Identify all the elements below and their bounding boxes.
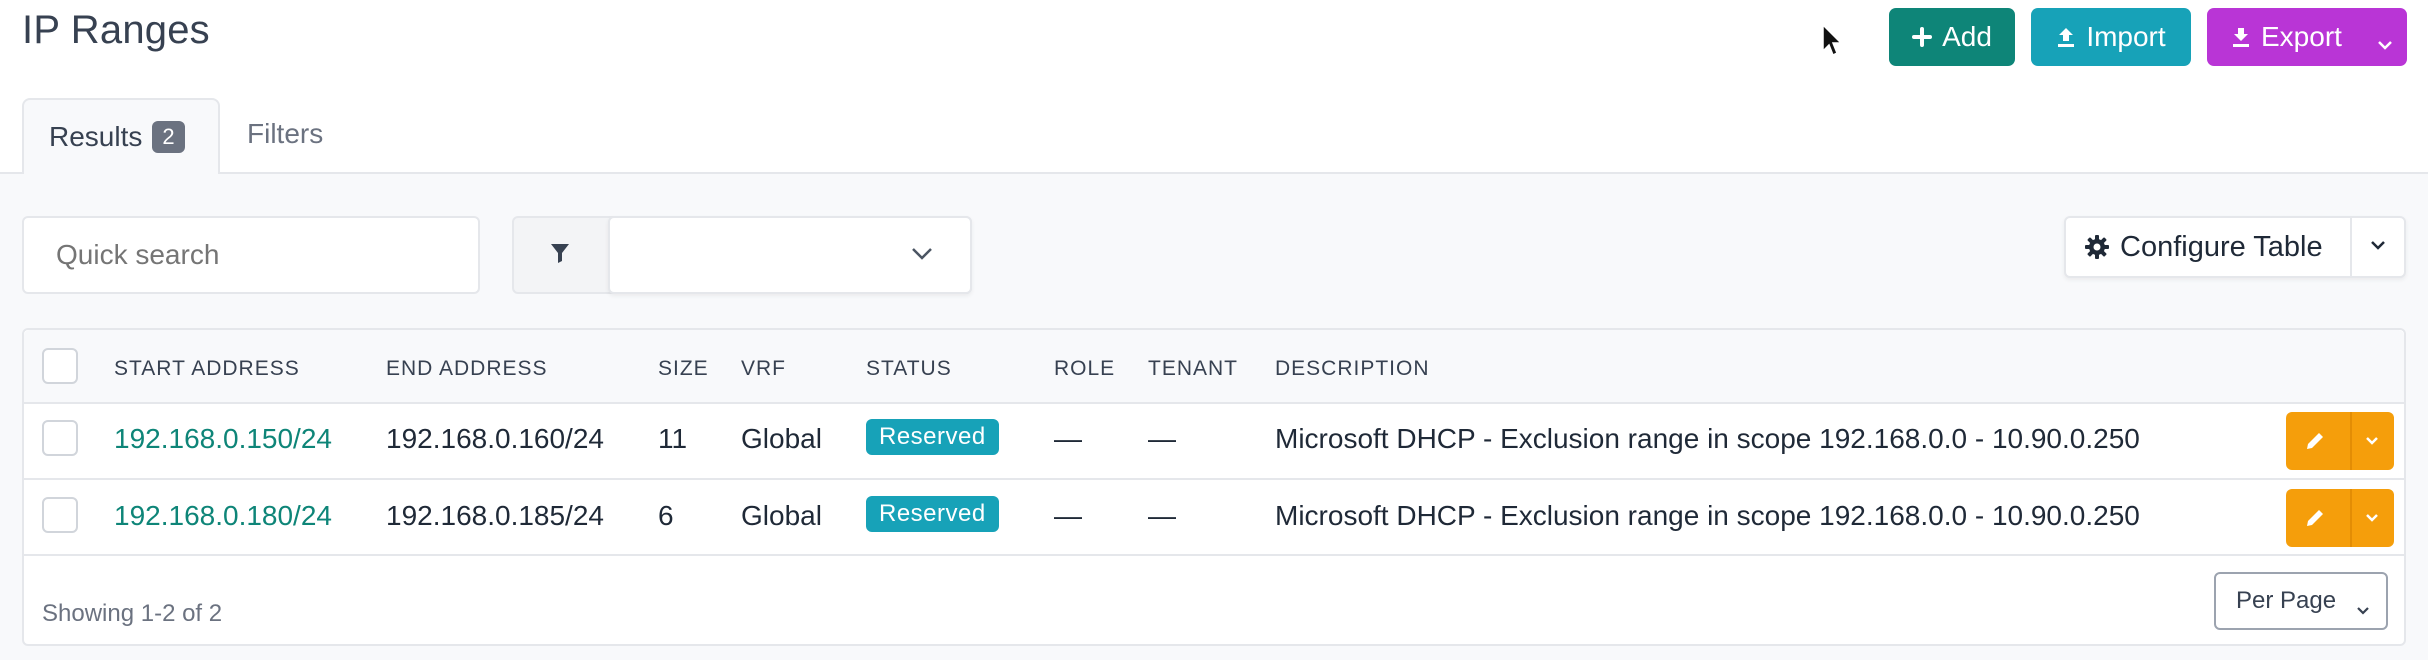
divider (24, 402, 2404, 404)
tab-results[interactable]: Results 2 (22, 98, 220, 174)
role-value: — (1054, 500, 1082, 531)
row-checkbox[interactable] (42, 497, 78, 533)
tab-filters[interactable]: Filters (247, 118, 323, 150)
vrf-value: Global (741, 423, 822, 454)
chevron-down-icon (910, 246, 934, 267)
column-header-role[interactable]: ROLE (1054, 357, 1115, 381)
row-actions (2286, 489, 2394, 547)
upload-icon (2056, 26, 2076, 48)
configure-table-dropdown[interactable] (2352, 218, 2404, 276)
role-value: — (1054, 423, 1082, 454)
divider (24, 478, 2404, 480)
status-badge: Reserved (866, 496, 999, 532)
end-address: 192.168.0.160/24 (386, 423, 604, 454)
vrf-value: Global (741, 500, 822, 531)
add-button[interactable]: Add (1889, 8, 2015, 66)
download-icon (2231, 26, 2251, 48)
divider (2350, 489, 2352, 547)
tenant-value: — (1148, 500, 1176, 531)
chevron-down-icon (2370, 238, 2386, 256)
plus-icon (1912, 27, 1933, 47)
row-checkbox[interactable] (42, 420, 78, 456)
configure-table-label: Configure Table (2120, 230, 2323, 263)
size-value: 6 (658, 500, 674, 531)
column-header-end-address[interactable]: END ADDRESS (386, 357, 548, 381)
chevron-down-icon[interactable] (2377, 26, 2393, 58)
ip-ranges-table: START ADDRESS END ADDRESS SIZE VRF STATU… (22, 328, 2406, 646)
gear-icon (2084, 234, 2110, 260)
column-header-size[interactable]: SIZE (658, 357, 709, 381)
column-header-status[interactable]: STATUS (866, 357, 952, 381)
mouse-cursor-icon (1822, 23, 1844, 63)
results-count-badge: 2 (152, 121, 185, 153)
divider (24, 554, 2404, 556)
configure-table-group: Configure Table (2064, 216, 2406, 278)
export-button[interactable]: Export (2207, 8, 2407, 66)
add-button-label: Add (1942, 21, 1992, 52)
tab-results-label: Results (49, 121, 143, 152)
chevron-down-icon (2356, 595, 2370, 623)
row-actions (2286, 412, 2394, 470)
page-title: IP Ranges (22, 8, 210, 52)
edit-icon[interactable] (2304, 507, 2326, 534)
column-header-description: DESCRIPTION (1275, 357, 1430, 380)
saved-filter-select[interactable] (608, 216, 972, 294)
select-all-checkbox[interactable] (42, 348, 78, 384)
search-input[interactable] (22, 216, 480, 294)
filter-button[interactable] (514, 218, 606, 292)
configure-table-button[interactable]: Configure Table (2066, 218, 2350, 276)
import-button-label: Import (2086, 21, 2166, 52)
per-page-dropdown[interactable]: Per Page (2214, 572, 2388, 630)
description-value: Microsoft DHCP - Exclusion range in scop… (1275, 500, 2140, 531)
divider (2350, 412, 2352, 470)
status-badge: Reserved (866, 419, 999, 455)
import-button[interactable]: Import (2031, 8, 2191, 66)
edit-icon[interactable] (2304, 430, 2326, 457)
description-value: Microsoft DHCP - Exclusion range in scop… (1275, 423, 2140, 454)
size-value: 11 (658, 423, 688, 454)
export-button-label: Export (2261, 21, 2342, 52)
pagination-summary: Showing 1-2 of 2 (42, 600, 223, 627)
start-address-link[interactable]: 192.168.0.180/24 (114, 500, 332, 532)
column-header-start-address[interactable]: START ADDRESS (114, 357, 300, 381)
per-page-label: Per Page (2236, 587, 2337, 614)
tabs-divider (0, 172, 2428, 174)
filter-icon (550, 242, 570, 269)
chevron-down-icon[interactable] (2364, 511, 2380, 529)
end-address: 192.168.0.185/24 (386, 500, 604, 531)
start-address-link[interactable]: 192.168.0.150/24 (114, 423, 332, 455)
saved-filter-group (512, 216, 972, 294)
chevron-down-icon[interactable] (2364, 434, 2380, 452)
column-header-tenant[interactable]: TENANT (1148, 357, 1238, 381)
column-header-vrf[interactable]: VRF (741, 357, 786, 381)
tenant-value: — (1148, 423, 1176, 454)
